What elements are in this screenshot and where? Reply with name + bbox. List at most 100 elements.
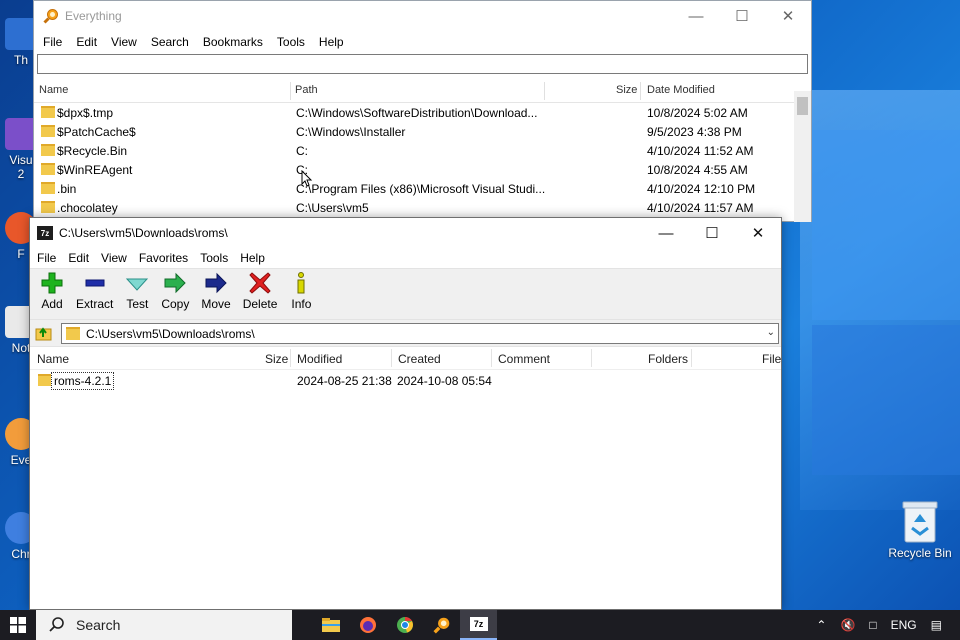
taskbar-file-explorer[interactable] (312, 610, 349, 640)
maximize-button[interactable]: ☐ (689, 218, 735, 248)
everything-titlebar[interactable]: Everything — ☐ ✕ (34, 1, 811, 31)
minimize-button[interactable]: — (673, 1, 719, 31)
table-row[interactable]: roms-4.2.1 2024-08-25 21:38 2024-10-08 0… (30, 370, 781, 390)
close-icon: ✕ (781, 8, 795, 25)
column-header-files[interactable]: File (762, 352, 781, 366)
language-indicator[interactable]: ENG (891, 618, 917, 632)
column-header-comment[interactable]: Comment (498, 352, 550, 366)
taskbar-everything[interactable] (423, 610, 460, 640)
column-header-name[interactable]: Name (39, 84, 68, 96)
column-header-name[interactable]: Name (37, 352, 69, 366)
address-bar: C:\Users\vm5\Downloads\roms\ ⌄ (30, 319, 781, 346)
taskbar-search-box[interactable]: Search (36, 610, 292, 640)
delete-button[interactable]: Delete (237, 269, 284, 311)
chevron-up-icon[interactable]: ⌃ (816, 618, 826, 632)
up-folder-icon (35, 327, 52, 341)
desktop-icon-recycle-bin[interactable]: Recycle Bin (884, 498, 956, 560)
column-header-size[interactable]: Size (265, 352, 288, 366)
column-divider[interactable] (290, 349, 291, 367)
column-header-path[interactable]: Path (295, 84, 318, 96)
close-button[interactable]: ✕ (735, 218, 781, 248)
info-icon (297, 272, 305, 294)
menu-help[interactable]: Help (312, 35, 351, 49)
column-divider[interactable] (591, 349, 592, 367)
delete-label: Delete (242, 297, 278, 311)
magnifier-icon (43, 9, 58, 24)
copy-button[interactable]: Copy (155, 269, 195, 311)
column-header-created[interactable]: Created (398, 352, 441, 366)
everything-window[interactable]: Everything — ☐ ✕ File Edit View Search B… (33, 0, 812, 222)
taskbar-chrome[interactable] (386, 610, 423, 640)
list-item[interactable]: $dpx$.tmp C:\Windows\SoftwareDistributio… (34, 103, 811, 122)
minimize-button[interactable]: — (643, 218, 689, 248)
item-date: 4/10/2024 11:57 AM (647, 201, 754, 215)
maximize-button[interactable]: ☐ (719, 1, 765, 31)
minus-icon (85, 279, 105, 287)
delete-x-icon (249, 272, 271, 294)
sevenzip-icon: 7z (469, 617, 488, 631)
list-item[interactable]: .chocolatey C:\Users\vm5 4/10/2024 11:57… (34, 198, 811, 217)
column-divider[interactable] (391, 349, 392, 367)
list-item[interactable]: .bin C:\Program Files (x86)\Microsoft Vi… (34, 179, 811, 198)
item-path: C:\Windows\SoftwareDistribution\Download… (296, 106, 538, 120)
menu-search[interactable]: Search (144, 35, 196, 49)
item-name: $Recycle.Bin (57, 144, 128, 158)
item-name: $PatchCache$ (57, 125, 136, 139)
extract-button[interactable]: Extract (70, 269, 119, 311)
move-button[interactable]: Move (195, 269, 236, 311)
column-header-size[interactable]: Size (616, 84, 637, 96)
item-created: 2024-10-08 05:54 (397, 374, 492, 388)
search-input[interactable] (37, 54, 808, 74)
column-divider[interactable] (290, 82, 291, 100)
menu-bar: File Edit View Favorites Tools Help (30, 248, 781, 268)
column-divider[interactable] (640, 82, 641, 100)
list-item[interactable]: $WinREAgent C: 10/8/2024 4:55 AM (34, 160, 811, 179)
menu-tools[interactable]: Tools (270, 35, 312, 49)
menu-edit[interactable]: Edit (62, 251, 95, 265)
column-divider[interactable] (544, 82, 545, 100)
toolbar: Add Extract Test Copy Move Delete Info (30, 268, 781, 319)
folder-icon (41, 106, 55, 118)
folder-icon (38, 374, 51, 386)
network-icon[interactable]: □ (869, 618, 876, 632)
move-label: Move (201, 297, 231, 311)
start-button[interactable] (0, 610, 36, 640)
sevenzip-titlebar[interactable]: 7z C:\Users\vm5\Downloads\roms\ — ☐ ✕ (30, 218, 781, 248)
vertical-scrollbar[interactable] (794, 91, 811, 222)
sevenzip-window[interactable]: 7z C:\Users\vm5\Downloads\roms\ — ☐ ✕ Fi… (29, 217, 782, 610)
close-button[interactable]: ✕ (765, 1, 811, 31)
menu-file[interactable]: File (31, 251, 62, 265)
menu-file[interactable]: File (36, 35, 69, 49)
column-header-folders[interactable]: Folders (648, 352, 688, 366)
add-button[interactable]: Add (34, 269, 70, 311)
menu-view[interactable]: View (95, 251, 133, 265)
menu-edit[interactable]: Edit (69, 35, 104, 49)
maximize-icon: ☐ (705, 225, 719, 242)
minimize-icon: — (658, 224, 674, 242)
chevron-down-icon[interactable]: ⌄ (767, 327, 775, 338)
item-date: 4/10/2024 12:10 PM (647, 182, 756, 196)
column-header-modified[interactable]: Modified (297, 352, 342, 366)
up-folder-button[interactable] (33, 322, 55, 344)
taskbar-firefox[interactable] (349, 610, 386, 640)
scrollbar-thumb[interactable] (797, 97, 808, 115)
taskbar-7zip[interactable]: 7z (460, 610, 497, 640)
folder-icon (66, 326, 80, 340)
info-label: Info (291, 297, 312, 311)
notification-icon[interactable]: ▤ (931, 618, 942, 632)
column-header-date[interactable]: Date Modified (647, 84, 715, 96)
menu-bookmarks[interactable]: Bookmarks (196, 35, 270, 49)
column-divider[interactable] (691, 349, 692, 367)
menu-view[interactable]: View (104, 35, 144, 49)
column-divider[interactable] (491, 349, 492, 367)
info-button[interactable]: Info (283, 269, 319, 311)
menu-tools[interactable]: Tools (194, 251, 234, 265)
path-input[interactable]: C:\Users\vm5\Downloads\roms\ ⌄ (61, 322, 779, 344)
volume-muted-icon[interactable]: 🔇 (840, 618, 855, 632)
list-item[interactable]: $PatchCache$ C:\Windows\Installer 9/5/20… (34, 122, 811, 141)
checkmark-icon (126, 278, 149, 291)
menu-favorites[interactable]: Favorites (133, 251, 194, 265)
list-item[interactable]: $Recycle.Bin C: 4/10/2024 11:52 AM (34, 141, 811, 160)
menu-help[interactable]: Help (234, 251, 271, 265)
test-button[interactable]: Test (119, 269, 155, 311)
